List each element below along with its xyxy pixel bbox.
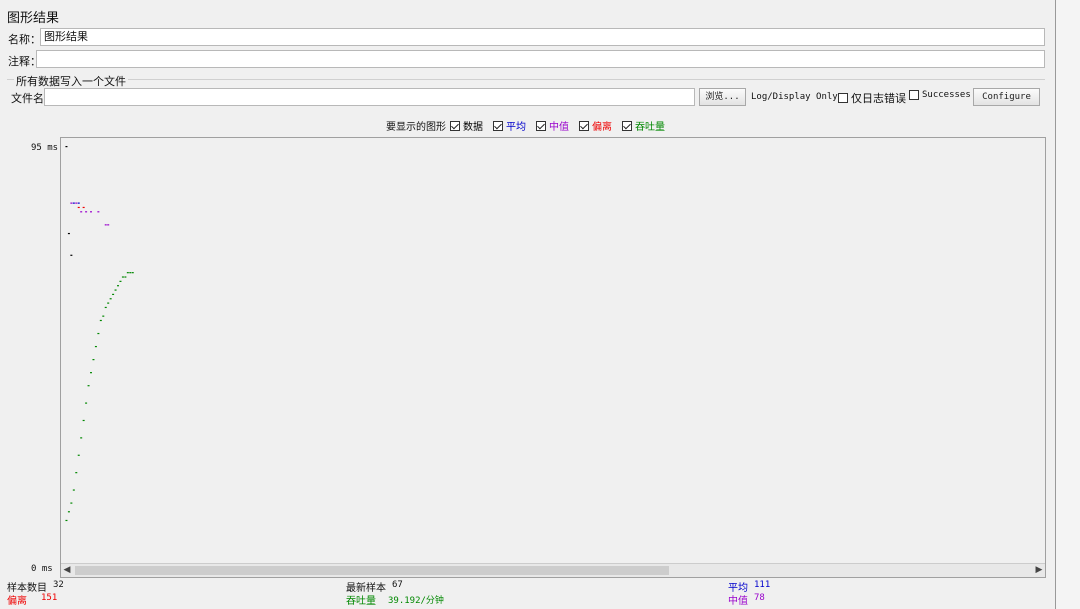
point-4-14 xyxy=(99,319,102,322)
point-4-7 xyxy=(82,419,85,422)
point-4-17 xyxy=(107,302,110,304)
y-max-label: 95 ms xyxy=(31,143,59,153)
point-0-0 xyxy=(65,146,68,148)
point-1-1 xyxy=(77,202,80,204)
point-4-21 xyxy=(117,285,120,287)
point-4-13 xyxy=(97,332,100,335)
stat-median: 中值 78 xyxy=(728,593,765,607)
checkbox-data[interactable] xyxy=(450,120,460,131)
point-4-11 xyxy=(92,359,95,361)
point-4-1 xyxy=(67,511,70,513)
configure-button[interactable]: Configure xyxy=(973,88,1040,106)
point-4-2 xyxy=(70,502,73,504)
point-2-2 xyxy=(80,211,83,213)
point-2-3 xyxy=(85,211,88,213)
checkbox-average[interactable] xyxy=(493,120,503,131)
point-1-0 xyxy=(72,202,75,204)
name-label: 名称： xyxy=(8,33,41,46)
point-4-6 xyxy=(80,437,83,439)
point-3-1 xyxy=(82,206,85,209)
display-option-average[interactable]: 平均 xyxy=(493,118,526,133)
point-2-0 xyxy=(70,202,73,204)
point-4-8 xyxy=(85,402,88,404)
display-option-label: 中值 xyxy=(549,122,569,133)
point-4-3 xyxy=(72,489,75,491)
errors-only-label: 仅日志错误 xyxy=(851,92,906,105)
filename-input[interactable] xyxy=(44,88,695,106)
successes-label: Successes xyxy=(922,90,971,100)
display-option-median[interactable]: 中值 xyxy=(536,118,569,133)
point-2-5 xyxy=(97,211,100,213)
graph-area xyxy=(60,137,1046,578)
scroll-left-icon[interactable]: ◀ xyxy=(61,564,73,577)
point-4-5 xyxy=(77,454,80,456)
checkbox-throughput[interactable] xyxy=(622,120,632,131)
point-4-0 xyxy=(65,519,68,522)
point-4-15 xyxy=(102,315,105,317)
y-min-label: 0 ms xyxy=(31,564,53,574)
successes-box[interactable] xyxy=(909,90,919,100)
point-4-26 xyxy=(129,272,132,274)
point-0-1 xyxy=(67,232,70,235)
display-option-throughput[interactable]: 吞吐量 xyxy=(622,118,665,133)
point-4-10 xyxy=(90,372,93,374)
panel-title: 图形结果 xyxy=(7,11,60,26)
point-2-6 xyxy=(104,224,107,226)
display-options: 数据 平均 中值 偏离 吞吐量 xyxy=(450,118,665,133)
stat-deviation: 偏离 151 xyxy=(7,593,58,607)
display-options-label: 要显示的图形 xyxy=(386,122,446,133)
point-4-22 xyxy=(119,280,122,282)
horizontal-scrollbar[interactable]: ◀ ▶ xyxy=(61,563,1045,577)
display-option-label: 偏离 xyxy=(592,122,612,133)
display-option-data[interactable]: 数据 xyxy=(450,118,483,133)
successes-checkbox[interactable]: Successes xyxy=(909,90,971,100)
point-0-2 xyxy=(70,254,73,256)
log-display-label: Log/Display Only: xyxy=(751,92,844,102)
comment-input[interactable] xyxy=(36,50,1045,68)
adjacent-window-edge xyxy=(1055,0,1080,609)
point-4-16 xyxy=(104,306,107,309)
point-4-4 xyxy=(75,472,78,474)
point-4-27 xyxy=(131,272,134,274)
scroll-thumb[interactable] xyxy=(75,566,669,575)
scroll-right-icon[interactable]: ▶ xyxy=(1033,564,1045,577)
point-4-25 xyxy=(126,272,129,274)
point-4-20 xyxy=(114,289,117,291)
filename-label: 文件名 xyxy=(11,92,44,105)
point-4-18 xyxy=(109,298,112,300)
errors-only-box[interactable] xyxy=(838,93,848,103)
point-4-19 xyxy=(112,293,115,296)
name-input[interactable]: 图形结果 xyxy=(40,28,1045,46)
graph-plot xyxy=(65,146,134,522)
point-4-9 xyxy=(87,385,90,387)
point-4-23 xyxy=(121,276,124,278)
checkbox-median[interactable] xyxy=(536,120,546,131)
checkbox-deviation[interactable] xyxy=(579,120,589,131)
point-2-7 xyxy=(107,224,110,226)
display-option-deviation[interactable]: 偏离 xyxy=(579,118,612,133)
point-3-0 xyxy=(77,206,80,209)
stat-throughput: 吞吐量 39.192/分钟 xyxy=(346,596,444,607)
errors-only-checkbox[interactable]: 仅日志错误 xyxy=(838,90,906,106)
graph-results-panel: 图形结果 名称： 图形结果 注释： 所有数据写入一个文件 文件名 浏览... L… xyxy=(0,0,1055,609)
file-group-border xyxy=(7,79,1045,80)
display-option-label: 数据 xyxy=(463,122,483,133)
point-4-12 xyxy=(94,345,97,348)
point-2-4 xyxy=(90,211,93,213)
display-option-label: 吞吐量 xyxy=(635,122,665,133)
point-4-24 xyxy=(124,276,127,278)
browse-button[interactable]: 浏览... xyxy=(699,88,746,106)
display-option-label: 平均 xyxy=(506,122,526,133)
point-2-1 xyxy=(75,202,78,204)
file-group-title: 所有数据写入一个文件 xyxy=(14,73,128,89)
